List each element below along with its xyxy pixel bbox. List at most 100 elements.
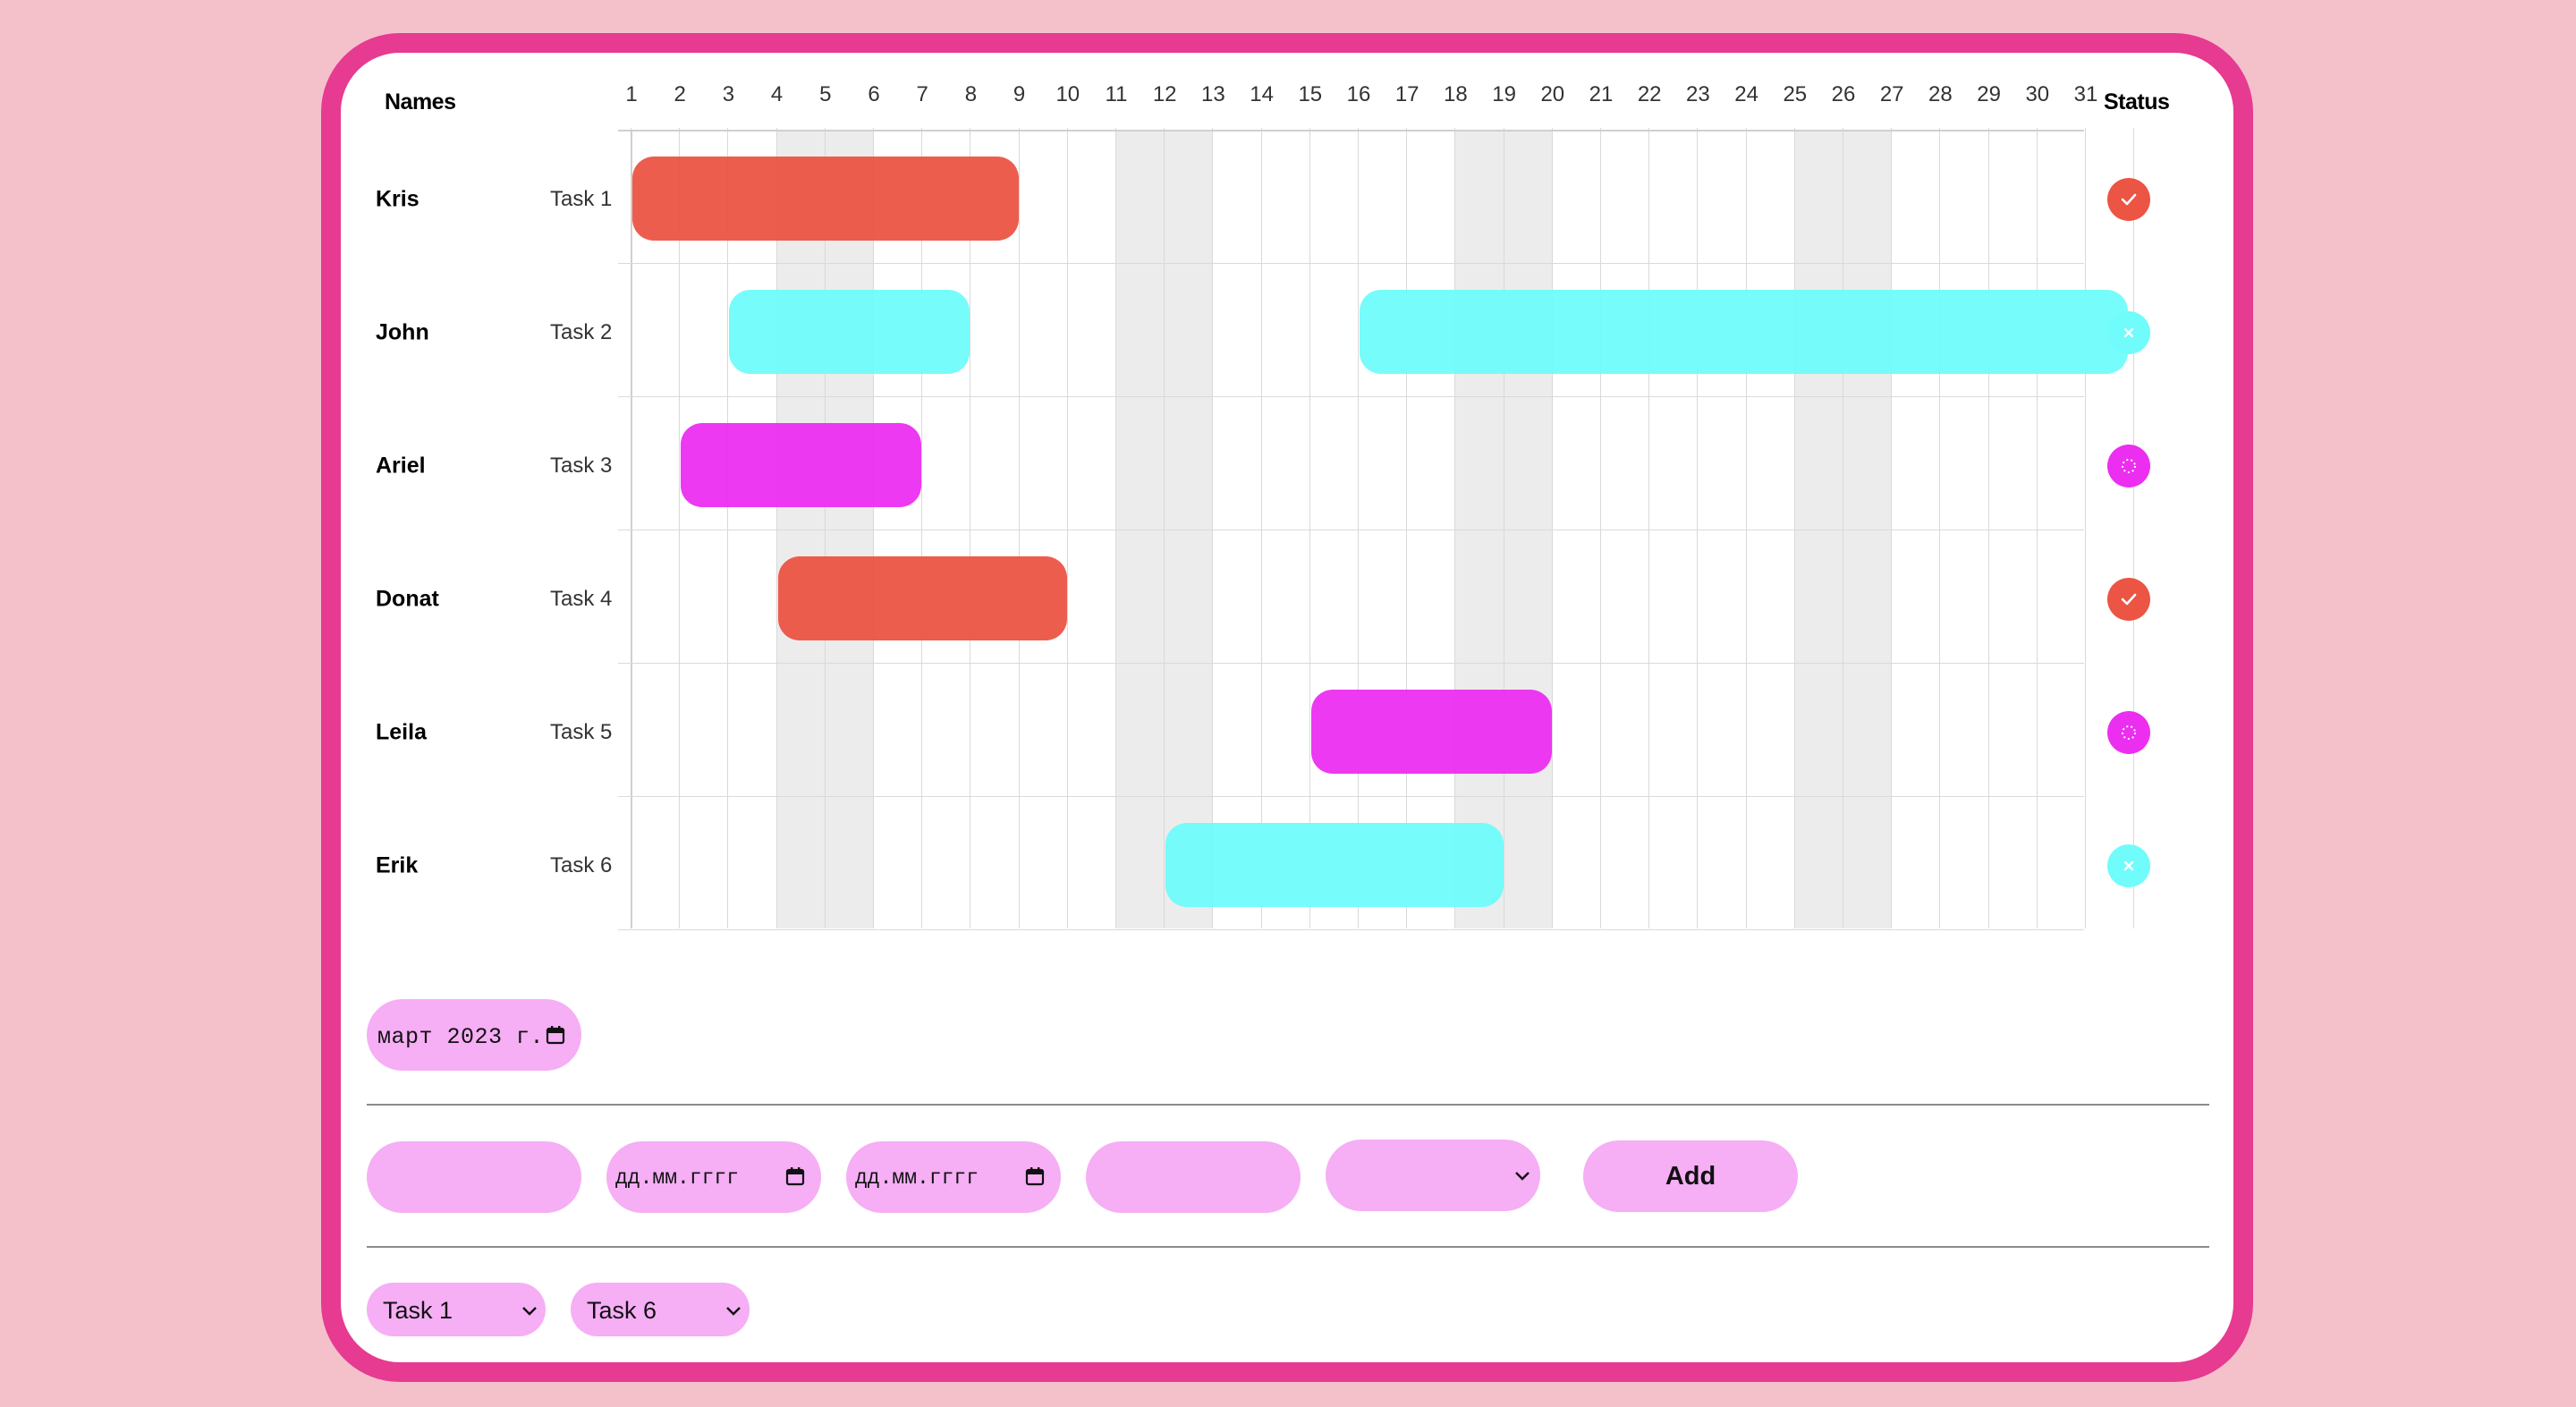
grid-column-line — [1164, 128, 1165, 928]
progress-spinner-icon — [2122, 458, 2136, 473]
day-number: 10 — [1055, 82, 1080, 106]
task-select-1[interactable]: Task 1 — [367, 1283, 546, 1336]
day-number: 13 — [1201, 82, 1225, 106]
grid-column-line — [1988, 128, 1989, 928]
day-number: 16 — [1346, 82, 1371, 106]
grid-column-line — [921, 128, 922, 928]
day-number: 6 — [868, 82, 880, 106]
row-name: Leila — [376, 719, 427, 744]
chevron-down-icon — [522, 1307, 537, 1316]
grid-column-line — [1358, 128, 1359, 928]
day-number: 5 — [819, 82, 832, 106]
day-number: 19 — [1492, 82, 1516, 106]
row-task: Task 5 — [550, 719, 613, 744]
row-task: Task 6 — [550, 852, 613, 877]
grid-column-line — [2037, 128, 2038, 928]
progress-spinner-icon — [2122, 725, 2136, 740]
day-number: 1 — [625, 82, 638, 106]
day-number: 7 — [916, 82, 928, 106]
task-bar[interactable] — [1310, 689, 1552, 774]
task-bar[interactable] — [1165, 822, 1504, 907]
status-header: Status — [2104, 89, 2170, 114]
gantt-grid — [618, 128, 2134, 930]
day-number: 12 — [1152, 82, 1177, 106]
grid-column-line — [776, 128, 777, 928]
day-number: 30 — [2025, 82, 2050, 106]
task-bar[interactable] — [729, 289, 970, 374]
day-number: 21 — [1589, 82, 1614, 106]
grid-column-line — [825, 128, 826, 928]
status-badge-in-progress[interactable] — [2107, 444, 2150, 487]
calendar-icon[interactable] — [1025, 1166, 1045, 1186]
check-icon — [2121, 593, 2137, 605]
grid-column-line — [679, 128, 680, 928]
name-input[interactable] — [367, 1141, 581, 1213]
grid-column-line — [1115, 128, 1116, 928]
grid-column-line — [1552, 128, 1553, 928]
day-number: 3 — [722, 82, 735, 106]
row-name: Erik — [376, 852, 419, 877]
status-badge-done[interactable] — [2107, 577, 2150, 621]
end-date-placeholder: дд.мм.гггг — [855, 1166, 979, 1190]
grid-column-line — [1697, 128, 1698, 928]
task-bar[interactable] — [681, 422, 922, 507]
calendar-icon[interactable] — [785, 1166, 805, 1186]
names-header: Names — [385, 89, 456, 114]
grid-column-line — [1019, 128, 1020, 928]
day-number: 26 — [1831, 82, 1856, 106]
status-badge-done[interactable] — [2107, 177, 2150, 221]
day-number: 2 — [674, 82, 686, 106]
task-input[interactable] — [1086, 1141, 1301, 1213]
day-number: 14 — [1250, 82, 1274, 106]
day-number: 4 — [770, 82, 784, 106]
grid-column-line — [1600, 128, 1601, 928]
grid-row-line — [618, 929, 2084, 930]
grid-row-line — [618, 263, 2084, 264]
grid-column-line — [1891, 128, 1892, 928]
row-task: Task 2 — [550, 319, 613, 344]
day-number: 15 — [1298, 82, 1323, 106]
close-icon — [2123, 860, 2134, 870]
day-number: 24 — [1734, 82, 1758, 106]
row-task: Task 1 — [550, 186, 613, 211]
status-badge-cancelled[interactable] — [2107, 843, 2150, 887]
status-badge-cancelled[interactable] — [2107, 310, 2150, 354]
grid-column-line — [1309, 128, 1310, 928]
grid-column-line — [1648, 128, 1649, 928]
add-button[interactable]: Add — [1583, 1140, 1798, 1212]
grid-column-line — [1212, 128, 1213, 928]
grid-column-line — [873, 128, 874, 928]
grid-row-line — [618, 396, 2084, 397]
day-number: 29 — [1977, 82, 2001, 106]
task-select-2[interactable]: Task 6 — [571, 1283, 750, 1336]
add-button-label: Add — [1665, 1162, 1716, 1191]
task-bar[interactable] — [777, 555, 1067, 640]
status-select[interactable] — [1326, 1140, 1540, 1211]
grid-column-line — [2133, 128, 2134, 928]
day-number: 23 — [1686, 82, 1710, 106]
grid-column-line — [727, 128, 728, 928]
task-bar[interactable] — [632, 156, 1019, 241]
end-date-input[interactable]: дд.мм.гггг — [846, 1141, 1061, 1213]
day-number: 22 — [1637, 82, 1662, 106]
day-number: 27 — [1879, 82, 1904, 106]
chevron-down-icon — [1515, 1172, 1530, 1181]
calendar-icon[interactable] — [546, 1025, 565, 1045]
grid-column-line — [2085, 128, 2086, 928]
month-picker-value: март 2023 г. — [377, 1024, 545, 1050]
row-name: Donat — [376, 586, 439, 611]
task-bar[interactable] — [1360, 289, 2129, 374]
grid-column-line — [1454, 128, 1455, 928]
grid-column-line — [1746, 128, 1747, 928]
grid-column-line — [1794, 128, 1795, 928]
month-picker[interactable]: март 2023 г. — [367, 999, 581, 1071]
divider-top — [367, 1104, 2209, 1106]
day-number: 28 — [1928, 82, 1953, 106]
day-number: 9 — [1013, 82, 1026, 106]
grid-top-line — [618, 130, 2084, 131]
status-badge-in-progress[interactable] — [2107, 710, 2150, 754]
day-number: 18 — [1444, 82, 1468, 106]
grid-column-line — [1939, 128, 1940, 928]
start-date-input[interactable]: дд.мм.гггг — [606, 1141, 821, 1213]
day-number: 25 — [1783, 82, 1808, 106]
